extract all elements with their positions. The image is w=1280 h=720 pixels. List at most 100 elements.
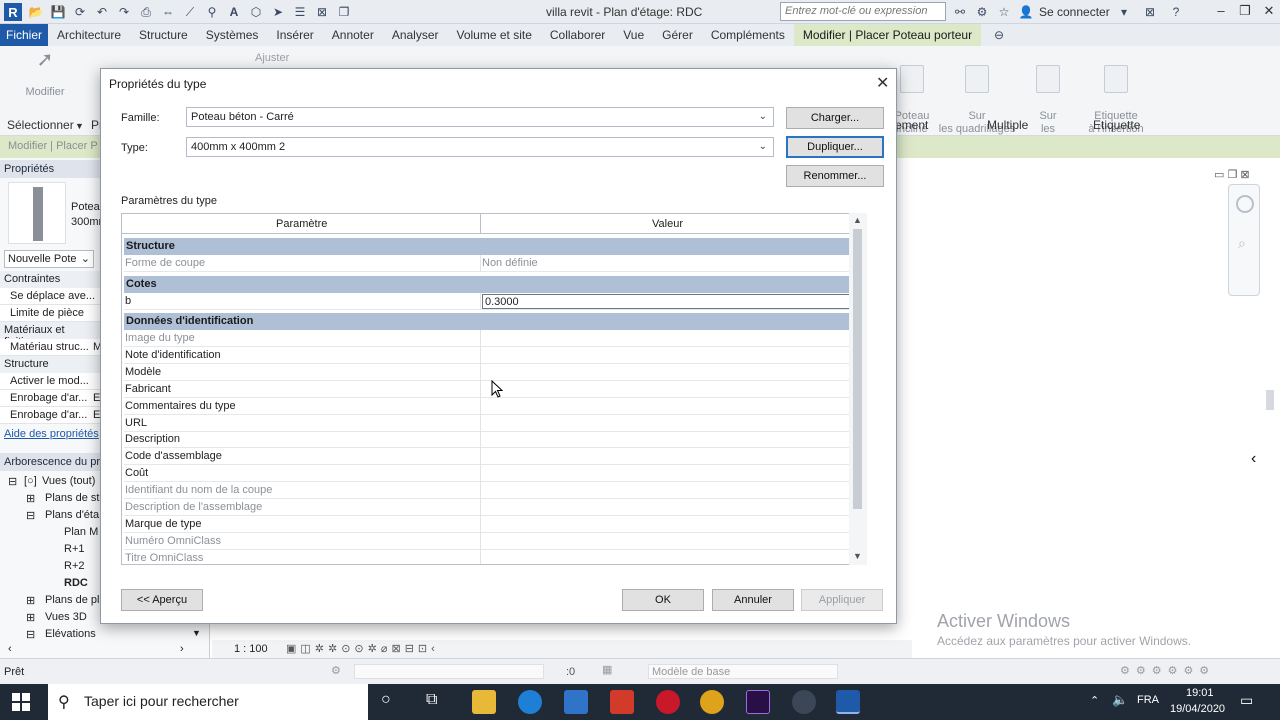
prop-rebar-cover-2[interactable]: Enrobage d'ar... xyxy=(0,407,100,424)
zoom-icon[interactable]: ⌕ xyxy=(1238,235,1252,253)
print-icon[interactable]: ⎙ xyxy=(138,4,154,20)
load-button[interactable]: Charger... xyxy=(786,107,884,129)
scroll-up-icon[interactable]: ▲ xyxy=(853,215,862,225)
tab-collaborate[interactable]: Collaborer xyxy=(541,24,614,46)
type-dropdown[interactable]: 400mm x 400mm 2 ⌄ xyxy=(186,137,774,157)
tab-structure[interactable]: Structure xyxy=(130,24,197,46)
tree-rdc[interactable]: RDC xyxy=(64,577,88,589)
notifications-icon[interactable]: ▭ xyxy=(1240,692,1253,709)
minimize-icon[interactable]: – xyxy=(1212,3,1230,21)
close-hidden-icon[interactable]: ⊠ xyxy=(314,4,330,20)
text-icon[interactable]: A xyxy=(226,4,242,20)
select-dropdown[interactable]: Sélectionner xyxy=(7,118,74,132)
tree-elevations[interactable]: Elévations xyxy=(45,628,96,640)
file-explorer-icon[interactable] xyxy=(472,690,496,714)
table-row[interactable]: Description de l'assemblage xyxy=(124,499,864,516)
tree-r2[interactable]: R+2 xyxy=(64,560,85,572)
table-row[interactable]: Forme de coupe Non définie xyxy=(124,255,864,272)
tree-structural-plans[interactable]: Plans de str xyxy=(45,492,103,504)
help-icon[interactable]: ? xyxy=(1168,4,1184,20)
maximize-icon[interactable]: ❐ xyxy=(1236,3,1254,21)
tree-expand-icon[interactable]: ⊞ xyxy=(26,594,35,607)
tab-manage[interactable]: Gérer xyxy=(653,24,702,46)
obs-icon[interactable] xyxy=(792,690,816,714)
instance-filter-dropdown[interactable]: Nouvelle Pote ⌄ xyxy=(4,250,94,268)
table-row[interactable]: Coût xyxy=(124,465,865,483)
3d-view-icon[interactable]: ⬡ xyxy=(248,4,264,20)
tab-systems[interactable]: Systèmes xyxy=(197,24,268,46)
tab-view[interactable]: Vue xyxy=(614,24,653,46)
view-scale[interactable]: 1 : 100 xyxy=(234,643,268,655)
task-view-icon[interactable]: ⧉ xyxy=(426,691,437,709)
tab-analyze[interactable]: Analyser xyxy=(383,24,448,46)
category-structure[interactable]: Structure xyxy=(0,356,100,373)
param-b-input[interactable] xyxy=(482,294,856,309)
sync-icon[interactable]: ⟳ xyxy=(72,4,88,20)
table-row[interactable]: Numéro OmniClass xyxy=(124,532,864,550)
tree-3d-views[interactable]: Vues 3D xyxy=(45,611,87,623)
user-icon[interactable]: 👤 xyxy=(1018,4,1034,20)
cancel-button[interactable]: Annuler xyxy=(712,589,794,611)
column-header-value[interactable]: Valeur xyxy=(652,218,683,230)
thin-lines-icon[interactable]: ☰ xyxy=(292,4,308,20)
dimension-icon[interactable]: ⟋ xyxy=(182,4,198,20)
view-window-controls[interactable]: ▭ ❐ ⊠ xyxy=(1214,168,1264,181)
column-divider[interactable] xyxy=(480,214,481,234)
tab-annotate[interactable]: Annoter xyxy=(323,24,383,46)
revit-taskbar-icon[interactable] xyxy=(836,690,860,714)
chrome-icon[interactable] xyxy=(700,690,724,714)
duplicate-button[interactable]: Dupliquer... xyxy=(786,136,884,158)
revit-logo-icon[interactable]: R xyxy=(4,3,22,21)
prop-moves-with[interactable]: Se déplace ave... xyxy=(0,288,100,305)
view-control-icons[interactable]: ▣◫✲✲⊙⊙✲⌀⊠⊟⊡‹ xyxy=(286,642,439,655)
group-dimensions[interactable]: Cotes⌃ xyxy=(124,276,864,293)
scroll-down-icon[interactable]: ▼ xyxy=(192,628,201,638)
selection-filter-icons[interactable]: ⚙⚙⚙⚙⚙⚙ xyxy=(1120,664,1215,677)
column-header-parameter[interactable]: Paramètre xyxy=(276,218,327,230)
star-icon[interactable]: ☆ xyxy=(996,4,1012,20)
table-row[interactable]: Titre OmniClass xyxy=(124,549,864,564)
tab-insert[interactable]: Insérer xyxy=(267,24,322,46)
volume-icon[interactable]: 🔈 xyxy=(1112,692,1128,708)
chevron-down-icon[interactable]: ▾ xyxy=(1116,4,1132,20)
autocad-icon[interactable] xyxy=(610,690,634,714)
preview-button[interactable]: << Aperçu xyxy=(121,589,203,611)
prop-enable-analytical[interactable]: Activer le mod... xyxy=(0,373,100,390)
app-icon-red[interactable] xyxy=(656,690,680,714)
binoculars-icon[interactable]: ⚯ xyxy=(952,4,968,20)
windows-start-icon[interactable] xyxy=(12,693,30,711)
language-indicator[interactable]: FRA xyxy=(1137,694,1159,706)
prop-room-bounding[interactable]: Limite de pièce xyxy=(0,305,100,322)
sign-in-link[interactable]: Se connecter xyxy=(1039,5,1110,19)
tree-views-all[interactable]: Vues (tout) xyxy=(42,475,95,487)
scroll-right-icon[interactable]: › xyxy=(180,643,184,655)
worksets-icon[interactable]: ⚙ xyxy=(331,664,341,677)
prop-structural-material[interactable]: Matériau struc... xyxy=(0,339,100,356)
undo-icon[interactable]: ↶ xyxy=(94,4,110,20)
tab-modify-place-column[interactable]: Modifier | Placer Poteau porteur xyxy=(793,24,982,46)
edge-icon[interactable] xyxy=(518,690,542,714)
close-icon[interactable]: ✕ xyxy=(876,73,889,93)
tree-collapse-icon[interactable]: ⊟ xyxy=(26,628,35,641)
search-input[interactable]: Entrez mot-clé ou expression xyxy=(780,2,946,21)
navigation-bar[interactable]: ⌕ xyxy=(1228,184,1260,296)
scroll-thumb[interactable] xyxy=(853,229,862,509)
tab-addins[interactable]: Compléments xyxy=(702,24,794,46)
properties-help-link[interactable]: Aide des propriétés xyxy=(4,428,99,440)
section-icon[interactable]: ➤ xyxy=(270,4,286,20)
tree-collapse-icon[interactable]: ⊟ xyxy=(26,509,35,522)
tree-ceiling-plans[interactable]: Plans de pl xyxy=(45,594,99,606)
group-identity-data[interactable]: Données d'identification⌃ xyxy=(124,313,864,330)
table-row[interactable]: b xyxy=(124,293,865,310)
tree-r1[interactable]: R+1 xyxy=(64,543,85,555)
close-window-icon[interactable]: ✕ xyxy=(1260,3,1278,21)
clock-date[interactable]: 19/04/2020 xyxy=(1170,703,1225,715)
vertical-scrollbar[interactable] xyxy=(1266,390,1274,410)
table-row[interactable]: Note d'identification xyxy=(124,346,865,364)
ok-button[interactable]: OK xyxy=(622,589,704,611)
ribbon-options-icon[interactable]: ⊖ xyxy=(991,27,1007,43)
tree-expand-icon[interactable]: ⊞ xyxy=(26,492,35,505)
category-materials[interactable]: Matériaux et finition xyxy=(0,322,100,348)
tray-chevron-icon[interactable]: ⌃ xyxy=(1090,694,1099,707)
measure-icon[interactable]: ⇔ xyxy=(160,4,176,20)
